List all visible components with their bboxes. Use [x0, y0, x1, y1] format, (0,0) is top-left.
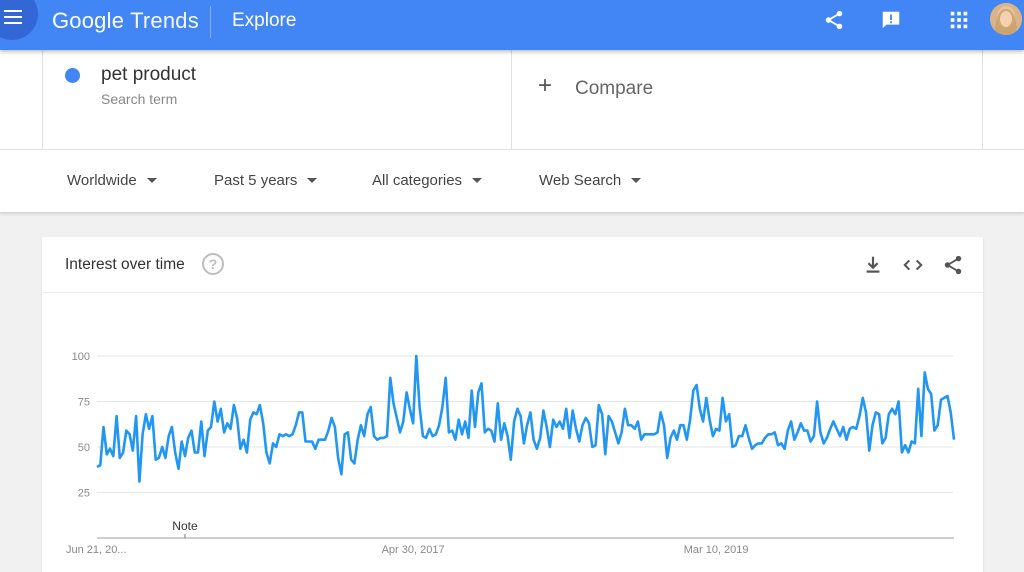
search-type-dropdown[interactable]: Web Search [539, 172, 642, 189]
time-range-dropdown[interactable]: Past 5 years [214, 172, 318, 189]
search-terms-panel: pet product Search term + Compare [0, 50, 1024, 150]
header-divider [210, 6, 211, 38]
region-dropdown[interactable]: Worldwide [67, 172, 157, 189]
menu-icon [4, 10, 22, 26]
y-tick-label: 50 [78, 442, 90, 454]
search-type-label: Web Search [539, 172, 622, 189]
compare-button[interactable]: + Compare [512, 50, 983, 150]
region-label: Worldwide [67, 172, 137, 189]
interest-line-chart[interactable]: 25 50 75 100 Jun 21, 20... Apr 30, 2017 Mar 10… [42, 237, 983, 572]
category-label: All categories [372, 172, 463, 189]
y-tick-label: 100 [72, 351, 90, 363]
caret-down-icon [472, 177, 483, 183]
page-title: Explore [232, 10, 297, 31]
y-tick-label: 75 [78, 397, 90, 409]
caret-down-icon [307, 177, 318, 183]
avatar[interactable] [990, 3, 1022, 35]
x-tick-label: Mar 10, 2019 [684, 544, 749, 556]
share-icon[interactable] [823, 9, 845, 31]
x-tick-label: Apr 30, 2017 [382, 544, 445, 556]
caret-down-icon [146, 177, 157, 183]
plus-icon: + [538, 72, 553, 99]
filter-bar: Worldwide Past 5 years All categories We… [0, 150, 1024, 213]
interest-over-time-card: Interest over time ? 25 50 75 100 Jun 21, 20… [42, 237, 983, 572]
y-tick-label: 25 [78, 488, 90, 500]
category-dropdown[interactable]: All categories [372, 172, 483, 189]
google-trends-logo[interactable]: Google Trends [52, 8, 199, 34]
note-label: Note [172, 519, 198, 533]
time-range-label: Past 5 years [214, 172, 298, 189]
search-term-input[interactable]: pet product [101, 64, 196, 86]
compare-label: Compare [575, 78, 654, 99]
caret-down-icon [631, 177, 642, 183]
search-term-card[interactable]: pet product Search term [42, 50, 512, 150]
menu-button[interactable] [0, 0, 38, 40]
brand-google-text: Google [52, 8, 125, 33]
top-app-bar: Google Trends Explore [0, 0, 1024, 50]
search-term-type: Search term [101, 91, 178, 107]
apps-icon[interactable] [948, 9, 970, 31]
x-tick-label: Jun 21, 20... [66, 544, 127, 556]
feedback-icon[interactable] [880, 9, 902, 31]
series-line [96, 354, 956, 483]
avatar-image [990, 3, 1022, 35]
term-color-dot [65, 68, 80, 83]
brand-trends-text: Trends [130, 8, 199, 33]
